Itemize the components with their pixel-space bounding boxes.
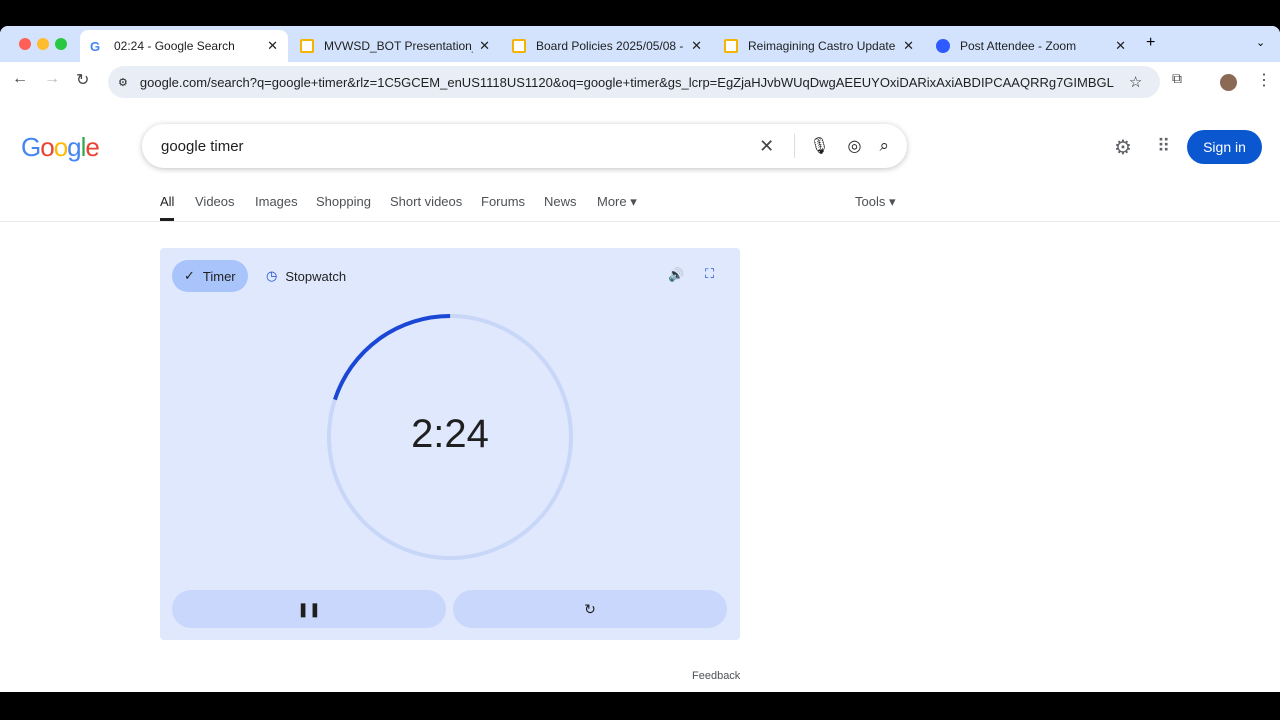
timer-label: Timer — [202, 268, 236, 284]
tab-title: 02:24 - Google Search — [114, 39, 235, 53]
bookmark-star-icon[interactable]: ☆ — [1129, 73, 1142, 91]
address-bar[interactable]: ⚙ google.com/search?q=google+timer&rlz=1… — [108, 66, 1160, 98]
timer-widget: ✓ Timer ◷ Stopwatch 🔊 ⛶ 2:24 ❚❚ ↻ — [160, 248, 740, 640]
forward-button[interactable]: → — [44, 70, 60, 88]
search-box[interactable]: google timer ✕ 🎙 ◎ ⌕ — [142, 124, 907, 168]
extensions-icon[interactable]: ⧉ — [1172, 70, 1182, 87]
close-tab-icon[interactable]: ✕ — [691, 38, 702, 54]
tab-bar: G 02:24 - Google Search ✕ MVWSD_BOT Prese… — [0, 26, 1280, 62]
check-icon: ✓ — [184, 268, 195, 283]
slides-icon — [724, 39, 738, 53]
tab-title: Post Attendee - Zoom — [960, 39, 1077, 53]
feedback-link[interactable]: Feedback — [692, 670, 740, 682]
avatar[interactable] — [1220, 74, 1237, 91]
tab-title: MVWSD_BOT Presentation_R — [324, 39, 474, 53]
tools-button[interactable]: Tools ▾ — [855, 194, 896, 210]
search-input[interactable]: google timer — [161, 138, 759, 155]
slides-icon — [300, 39, 314, 53]
tab-all[interactable]: All — [160, 194, 175, 221]
microphone-icon[interactable]: 🎙 — [809, 136, 829, 156]
pause-icon: ❚❚ — [297, 600, 321, 617]
tab-mvwsd[interactable]: MVWSD_BOT Presentation_R ✕ — [290, 30, 500, 62]
stopwatch-label: Stopwatch — [285, 268, 347, 284]
tab-reimagining-castro[interactable]: Reimagining Castro Update M ✕ — [714, 30, 924, 62]
clear-icon[interactable]: ✕ — [759, 136, 774, 157]
close-tab-icon[interactable]: ✕ — [1115, 38, 1126, 54]
tab-title: Board Policies 2025/05/08 - — [536, 39, 684, 53]
zoom-icon — [936, 39, 950, 53]
tab-search-chevron-icon[interactable]: ⌄ — [1256, 36, 1265, 49]
reset-icon: ↻ — [584, 600, 596, 617]
tools-label: Tools — [855, 194, 886, 209]
settings-gear-icon[interactable]: ⚙ — [1114, 135, 1132, 160]
reload-button[interactable]: ↻ — [76, 70, 89, 90]
minimize-window-button[interactable] — [37, 38, 49, 50]
browser-window: G 02:24 - Google Search ✕ MVWSD_BOT Prese… — [0, 26, 1280, 692]
tab-images[interactable]: Images — [255, 194, 298, 209]
apps-grid-icon[interactable]: ⠿ — [1157, 136, 1170, 157]
slides-icon — [512, 39, 526, 53]
google-icon: G — [90, 39, 101, 54]
close-tab-icon[interactable]: ✕ — [267, 38, 278, 54]
more-label: More — [597, 194, 627, 209]
search-icon[interactable]: ⌕ — [879, 136, 889, 156]
maximize-window-button[interactable] — [55, 38, 67, 50]
tab-board-policies[interactable]: Board Policies 2025/05/08 - ✕ — [502, 30, 712, 62]
menu-icon[interactable]: ⋮ — [1256, 70, 1272, 90]
sign-in-button[interactable]: Sign in — [1187, 130, 1262, 164]
close-tab-icon[interactable]: ✕ — [479, 38, 490, 54]
toolbar: ← → ↻ ⚙ google.com/search?q=google+timer… — [0, 62, 1280, 102]
tab-videos[interactable]: Videos — [195, 194, 235, 209]
tab-short-videos[interactable]: Short videos — [390, 194, 462, 209]
tab-shopping[interactable]: Shopping — [316, 194, 371, 209]
url-text: google.com/search?q=google+timer&rlz=1C5… — [139, 74, 1115, 90]
tab-forums[interactable]: Forums — [481, 194, 525, 209]
tab-more[interactable]: More ▾ — [597, 194, 637, 210]
tab-title: Reimagining Castro Update M — [748, 39, 898, 53]
clock-icon: ◷ — [266, 268, 278, 283]
new-tab-button[interactable]: + — [1146, 34, 1155, 52]
back-button[interactable]: ← — [12, 70, 28, 88]
timer-tab[interactable]: ✓ Timer — [172, 260, 248, 292]
sound-icon[interactable]: 🔊 — [668, 267, 684, 283]
site-info-icon[interactable]: ⚙ — [118, 76, 128, 89]
stopwatch-tab[interactable]: ◷ Stopwatch — [254, 260, 358, 292]
reset-button[interactable]: ↻ — [453, 590, 727, 628]
tab-google-search[interactable]: G 02:24 - Google Search ✕ — [80, 30, 288, 62]
google-logo[interactable]: Google — [21, 132, 100, 163]
close-tab-icon[interactable]: ✕ — [903, 38, 914, 54]
close-window-button[interactable] — [19, 38, 31, 50]
tab-news[interactable]: News — [544, 194, 577, 209]
time-display: 2:24 — [411, 412, 489, 456]
pause-button[interactable]: ❚❚ — [172, 590, 446, 628]
lens-icon[interactable]: ◎ — [848, 136, 862, 156]
tab-zoom[interactable]: Post Attendee - Zoom ✕ — [926, 30, 1136, 62]
search-tabs: All Videos Images Shopping Short videos … — [0, 194, 1280, 222]
fullscreen-icon[interactable]: ⛶ — [705, 266, 714, 282]
search-page: Google google timer ✕ 🎙 ◎ ⌕ ⚙ ⠿ Sign in … — [0, 102, 1280, 692]
